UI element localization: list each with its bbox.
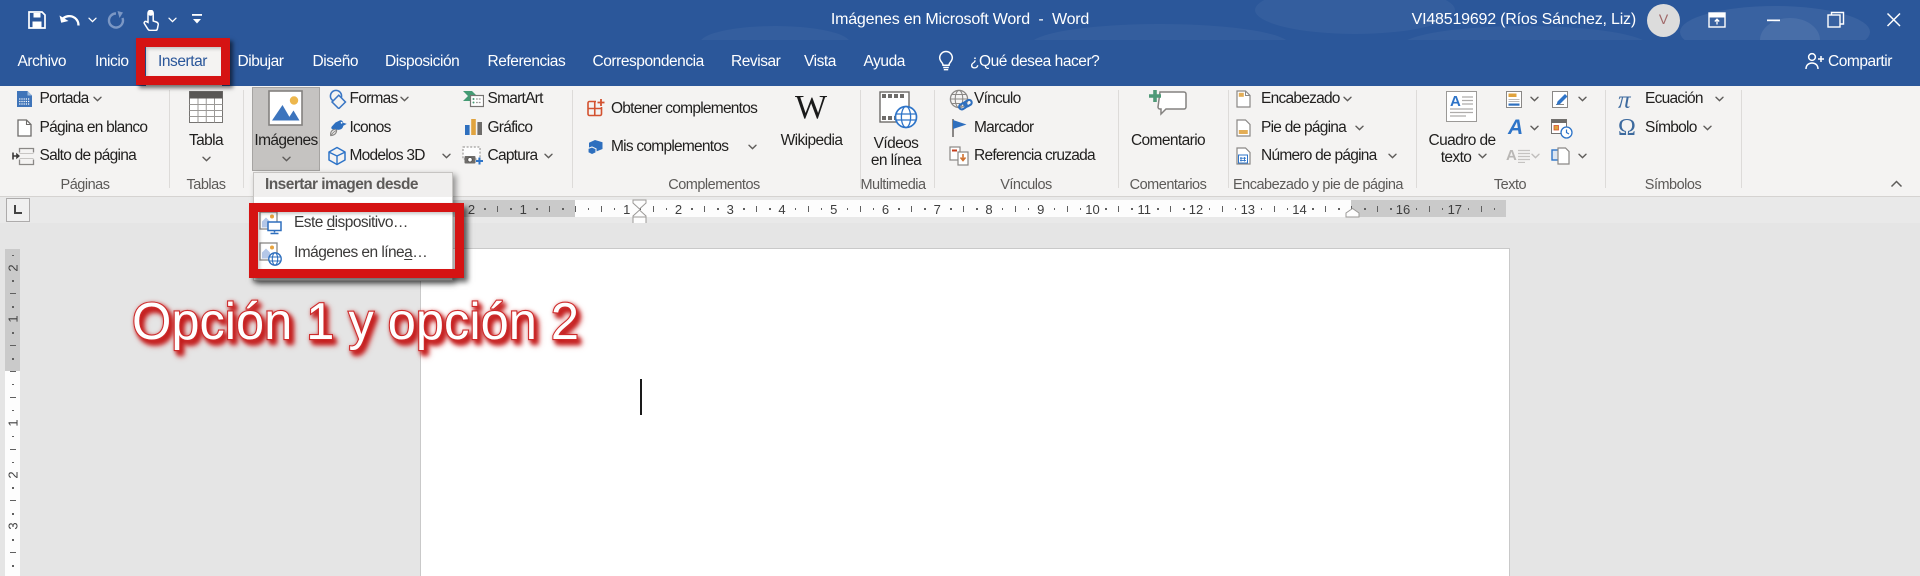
svg-text:A: A [1450,93,1461,110]
svg-text:Opción 1 y opción 2: Opción 1 y opción 2 [132,293,579,351]
